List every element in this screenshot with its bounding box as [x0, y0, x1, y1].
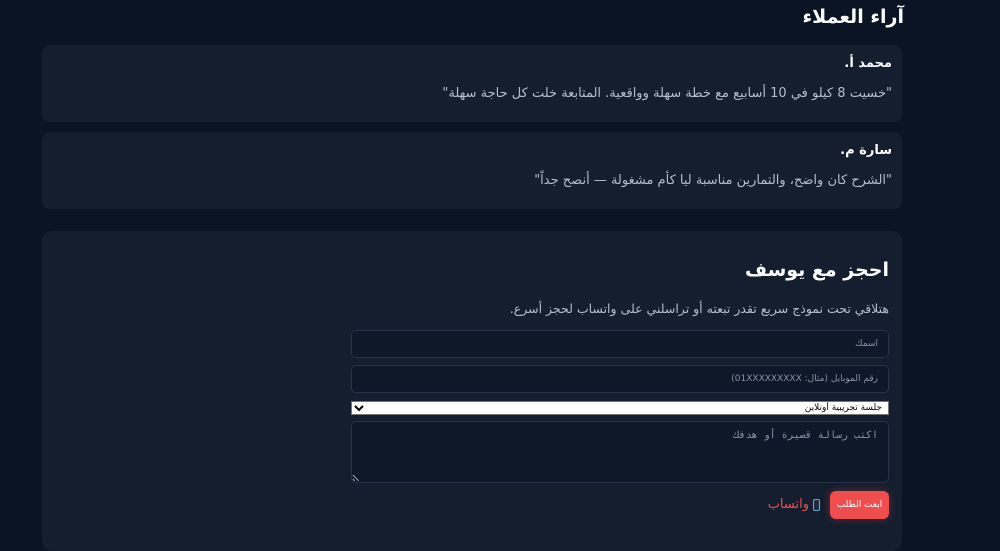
session-type-select[interactable]: جلسة تجريبية أونلاين: [351, 401, 889, 415]
booking-subtitle: هتلاقي تحت نموذج سريع تقدر تبعته أو تراس…: [509, 301, 889, 316]
review-text: "الشرح كان واضح، والتمارين مناسبة ليا كأ…: [534, 173, 892, 188]
phone-input[interactable]: [351, 365, 889, 393]
review-text: "خسيت 8 كيلو في 10 أسابيع مع خطة سهلة وو…: [442, 86, 892, 101]
review-card: سارة م. "الشرح كان واضح، والتمارين مناسب…: [42, 132, 902, 209]
whatsapp-label: واتساب: [767, 497, 809, 512]
whatsapp-link[interactable]: واتساب: [768, 497, 820, 512]
review-author: سارة م.: [840, 143, 892, 158]
submit-button[interactable]: ابعت الطلب: [830, 491, 889, 519]
message-textarea[interactable]: [351, 421, 889, 483]
name-input[interactable]: [351, 330, 889, 358]
booking-card: احجز مع يوسف هتلاقي تحت نموذج سريع تقدر …: [42, 231, 902, 551]
review-card: محمد أ. "خسيت 8 كيلو في 10 أسابيع مع خطة…: [42, 45, 902, 122]
reviews-title: آراء العملاء: [802, 6, 904, 28]
mobile-phone-icon: [813, 498, 820, 511]
review-author: محمد أ.: [844, 56, 892, 71]
booking-title: احجز مع يوسف: [744, 259, 889, 281]
